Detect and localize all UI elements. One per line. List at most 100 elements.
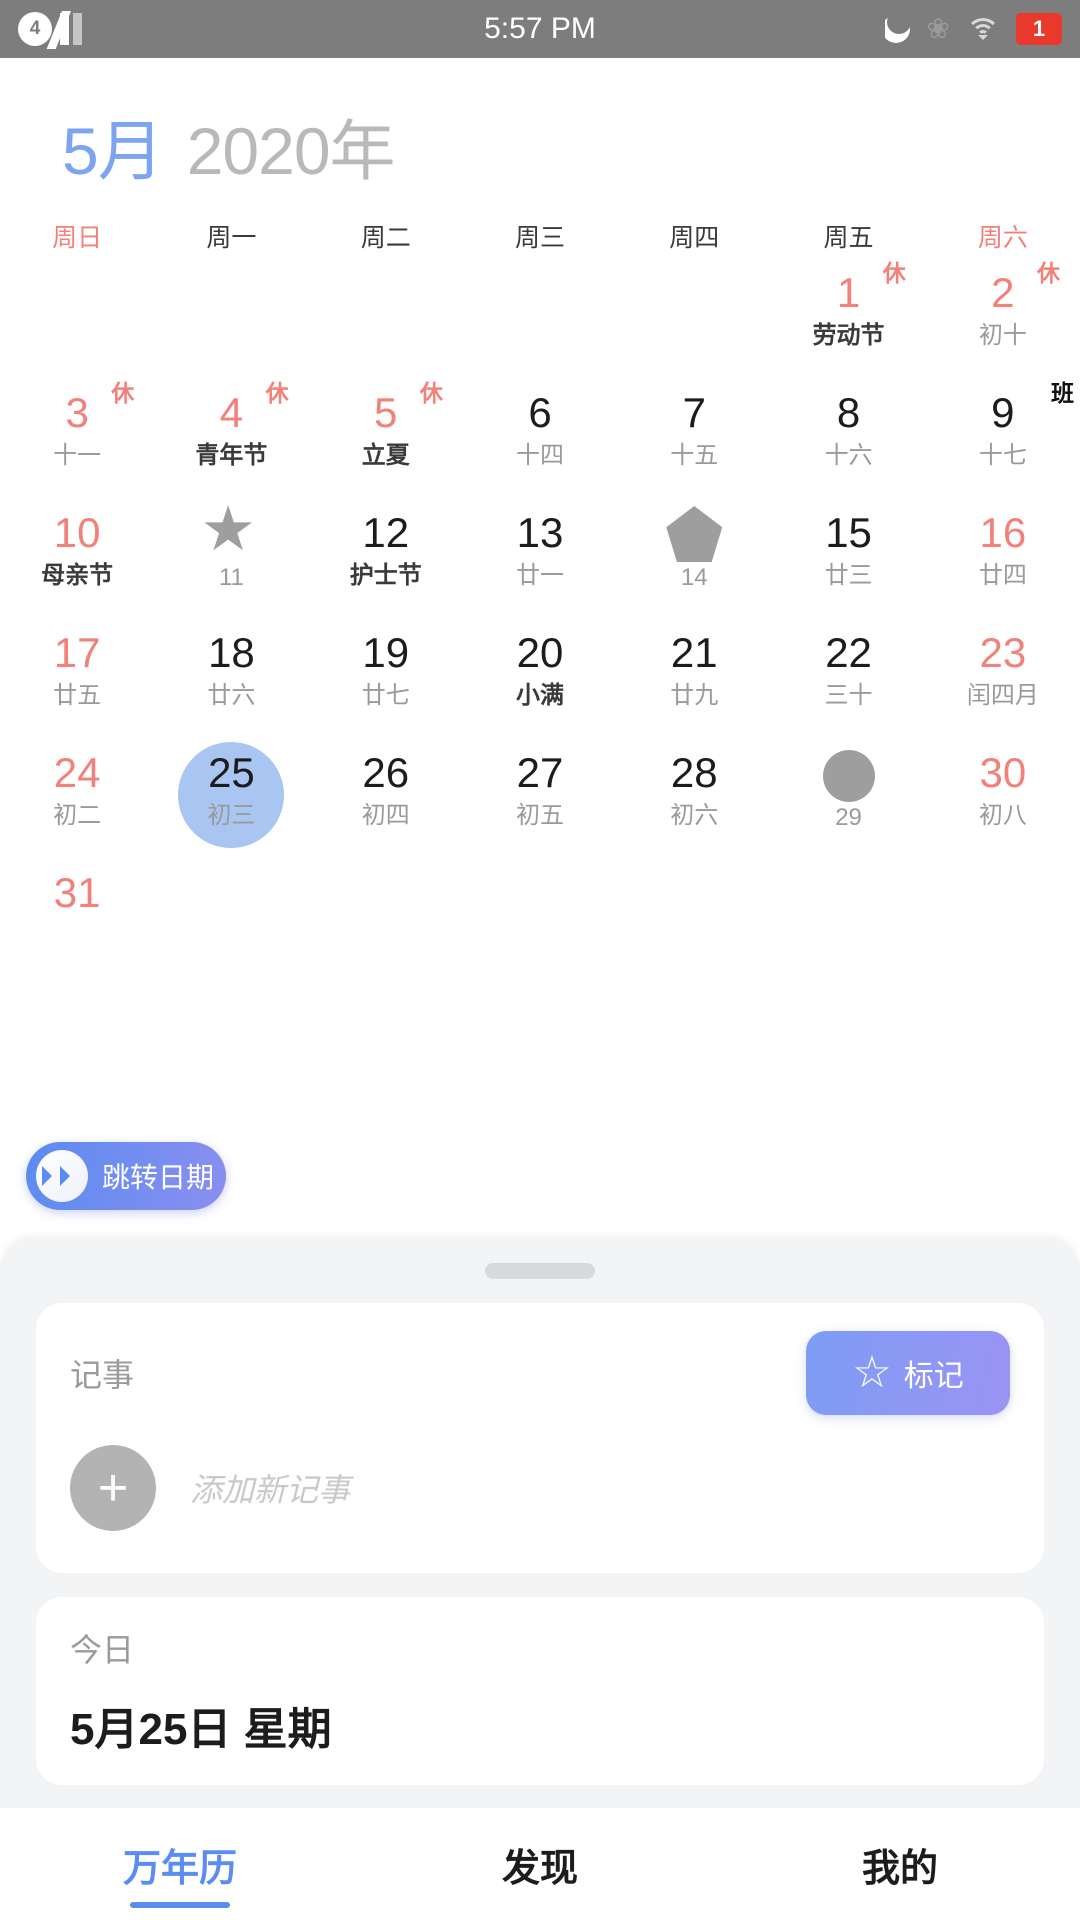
weekday-label-4: 周四: [669, 224, 720, 252]
calendar-day-cell[interactable]: 15 廿三: [771, 498, 925, 618]
calendar-day-cell[interactable]: 19 廿七: [309, 618, 463, 738]
sheet-drag-handle[interactable]: [485, 1263, 595, 1279]
day-number: 26: [362, 749, 410, 796]
calendar-day-cell[interactable]: 17 廿五: [0, 618, 154, 738]
rest-day-badge: 休: [419, 380, 443, 406]
calendar-day-cell[interactable]: 20 小满: [463, 618, 617, 738]
moon-icon: [884, 14, 911, 44]
calendar-day-cell[interactable]: 14: [617, 498, 771, 618]
pentagon-icon: [666, 506, 723, 562]
calendar-day-cell[interactable]: 21 廿九: [617, 618, 771, 738]
weekday-label-3: 周三: [514, 224, 565, 252]
calendar-day-cell[interactable]: 12 护士节: [309, 498, 463, 618]
day-lunar-label: 十四: [515, 442, 564, 469]
day-lunar-label: 初六: [670, 802, 719, 829]
day-number: 9: [991, 389, 1015, 436]
star-outline-icon: ☆: [852, 1348, 892, 1397]
day-lunar-label: 初十: [978, 322, 1027, 349]
day-lunar-label: 十六: [824, 442, 873, 469]
day-number: 8: [836, 389, 861, 436]
weekday-label-5: 周五: [823, 224, 874, 252]
day-lunar-label: 闰四月: [966, 682, 1039, 709]
day-number: 15: [825, 509, 872, 556]
calendar-day-cell[interactable]: 18 廿六: [154, 618, 308, 738]
day-marker-wrap: [666, 506, 723, 562]
status-bar: 4 5:57 PM ❀ 1: [0, 0, 1080, 58]
today-title: 今日: [70, 1632, 135, 1668]
calendar-day-cell[interactable]: 30 初八: [926, 738, 1080, 858]
day-number: 10: [53, 509, 101, 556]
header-year[interactable]: 2020年: [187, 98, 396, 194]
day-number: 2: [991, 269, 1015, 316]
calendar-day-cell[interactable]: 27 初五: [463, 738, 617, 858]
header-month[interactable]: 5月: [62, 98, 164, 194]
calendar-day-cell[interactable]: 22 三十: [771, 618, 925, 738]
calendar-day-cell[interactable]: 24 初二: [0, 738, 154, 858]
calendar-day-cell[interactable]: 13 廿一: [463, 498, 617, 618]
day-lunar-label: 小满: [515, 682, 564, 709]
notes-card: 记事 ☆ 标记 + 添加新记事: [36, 1303, 1044, 1573]
calendar-day-cell[interactable]: 25 初三: [154, 738, 308, 858]
day-number: 5: [374, 389, 398, 436]
tab-1[interactable]: 发现: [360, 1837, 720, 1892]
today-card: 今日 5月25日 星期: [36, 1597, 1044, 1785]
calendar-day-cell[interactable]: 7 十五: [617, 378, 771, 498]
calendar-day-cell[interactable]: 23 闰四月: [926, 618, 1080, 738]
calendar-day-cell[interactable]: 29: [771, 738, 925, 858]
day-number: 25: [208, 749, 255, 796]
calendar-day-cell[interactable]: 休 4 青年节: [154, 378, 308, 498]
calendar-day-cell[interactable]: 休 1 劳动节: [771, 258, 925, 378]
circle-icon: [822, 750, 875, 802]
day-number: 6: [528, 389, 552, 436]
day-lunar-label: 立夏: [361, 442, 410, 469]
weekday-header-row: 周日 周一 周二 周三 周四 周五 周六: [0, 202, 1080, 258]
day-lunar-label: 十七: [978, 442, 1027, 469]
day-number: 19: [362, 629, 410, 676]
notes-card-header: 记事 ☆ 标记: [70, 1331, 1010, 1415]
calendar-day-cell[interactable]: 26 初四: [309, 738, 463, 858]
calendar-day-cell[interactable]: 31: [0, 858, 154, 978]
add-note-input[interactable]: 添加新记事: [190, 1465, 350, 1511]
add-note-row[interactable]: + 添加新记事: [70, 1445, 1010, 1545]
day-marker-wrap: [822, 748, 875, 802]
calendar-day-cell[interactable]: 休 3 十一: [0, 378, 154, 498]
rest-day-badge: 休: [111, 380, 135, 406]
calendar-day-cell[interactable]: ★ 11: [154, 498, 308, 618]
tab-0[interactable]: 万年历: [0, 1837, 360, 1892]
day-lunar-label: 11: [218, 564, 244, 591]
day-lunar-label: 初三: [207, 802, 256, 829]
day-number: 3: [65, 389, 89, 436]
calendar-day-cell[interactable]: 休 2 初十: [926, 258, 1080, 378]
day-number: 31: [53, 869, 101, 916]
calendar-day-cell[interactable]: 班 9 十七: [926, 378, 1080, 498]
weekday-label-0: 周日: [52, 224, 103, 252]
day-number: 12: [362, 509, 410, 556]
day-marker-wrap: ★: [200, 499, 262, 561]
calendar-day-cell[interactable]: 16 廿四: [926, 498, 1080, 618]
plus-icon[interactable]: +: [70, 1445, 156, 1531]
day-lunar-label: 14: [680, 564, 708, 591]
day-number: 7: [682, 389, 706, 436]
calendar-day-cell[interactable]: 10 母亲节: [0, 498, 154, 618]
tab-2[interactable]: 我的: [720, 1837, 1080, 1892]
calendar-day-cell[interactable]: 休 5 立夏: [309, 378, 463, 498]
jump-to-date-button[interactable]: 跳转日期: [26, 1142, 226, 1210]
day-lunar-label: 十一: [53, 442, 102, 469]
calendar-day-cell[interactable]: 6 十四: [463, 378, 617, 498]
day-number: 16: [979, 509, 1027, 556]
day-lunar-label: 母亲节: [41, 562, 114, 589]
weekday-label-2: 周二: [360, 224, 411, 252]
calendar-day-cell[interactable]: 28 初六: [617, 738, 771, 858]
weekday-label-6: 周六: [977, 224, 1028, 252]
bottom-sheet[interactable]: 记事 ☆ 标记 + 添加新记事 今日 5月25日 星期: [0, 1237, 1080, 1808]
calendar-grid[interactable]: 休 1 劳动节休 2 初十休 3 十一休 4 青年节休 5 立夏 6 十四 7 十五 8 十六班 9 十七 10 母亲节…: [0, 258, 1080, 978]
day-lunar-label: 廿一: [515, 562, 564, 589]
day-lunar-label: 初五: [515, 802, 564, 829]
calendar-day-cell[interactable]: 8 十六: [771, 378, 925, 498]
star-icon: ★: [200, 495, 257, 564]
mark-button[interactable]: ☆ 标记: [806, 1331, 1010, 1415]
day-lunar-label: 廿六: [207, 682, 256, 709]
day-number: 13: [516, 509, 564, 556]
calendar-header[interactable]: 5月 2020年: [0, 58, 1080, 202]
bottom-tab-bar[interactable]: 万年历 发现 我的: [0, 1808, 1080, 1920]
